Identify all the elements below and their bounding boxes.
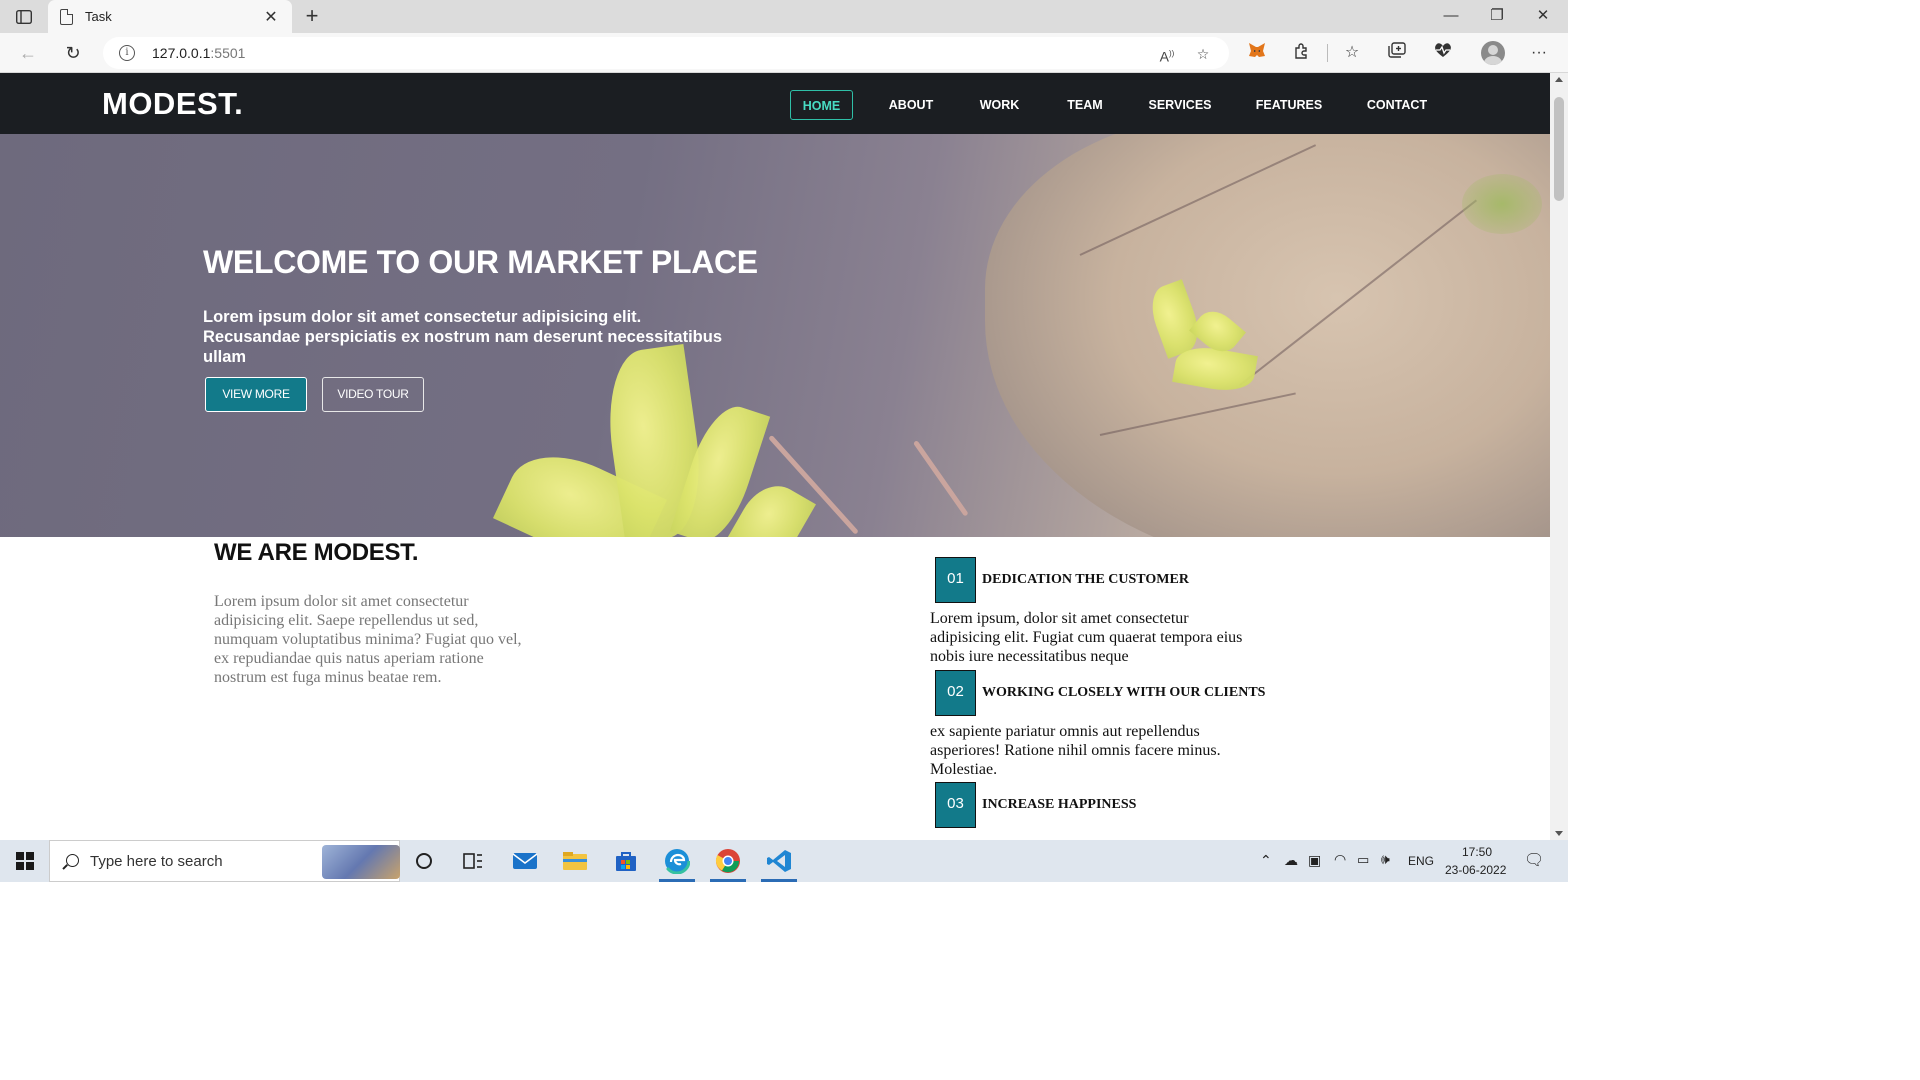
feature-number-badge: 02 xyxy=(935,670,976,716)
vscode-icon[interactable] xyxy=(755,840,803,882)
nav-team[interactable]: TEAM xyxy=(1058,90,1112,120)
nav-about[interactable]: ABOUT xyxy=(880,90,942,120)
close-tab-icon[interactable]: ✕ xyxy=(262,7,280,27)
extensions-icon[interactable] xyxy=(1290,42,1314,64)
collections-icon[interactable] xyxy=(1385,42,1409,64)
nav-work[interactable]: WORK xyxy=(972,90,1027,120)
feature-title: INCREASE HAPPINESS xyxy=(982,797,1137,812)
video-tour-button[interactable]: VIDEO TOUR xyxy=(322,377,424,412)
browser-essentials-icon[interactable] xyxy=(1431,42,1455,64)
moss-patch xyxy=(1462,174,1542,234)
feature-text: Lorem ipsum, dolor sit amet consectetur … xyxy=(930,610,1243,665)
search-placeholder: Type here to search xyxy=(90,853,223,870)
site-info-icon[interactable]: i xyxy=(119,45,135,61)
add-favorite-icon[interactable]: ☆ xyxy=(1193,44,1213,64)
about-title: WE ARE MODEST. xyxy=(214,539,419,566)
twig xyxy=(912,440,969,517)
browser-tab[interactable]: Task ✕ xyxy=(48,0,292,33)
restore-button[interactable]: ❐ xyxy=(1474,4,1520,28)
windows-taskbar: Type here to search ⌃ ☁ ▣ ◠ ▭ 🕪 ENG 17:5… xyxy=(0,840,1568,882)
wifi-icon[interactable]: ◠ xyxy=(1334,851,1346,868)
feature-text: ex sapiente pariatur omnis aut repellend… xyxy=(930,723,1221,778)
tab-title: Task xyxy=(85,9,112,24)
read-aloud-icon[interactable]: A)) xyxy=(1157,44,1177,65)
windows-start-icon[interactable] xyxy=(16,852,34,870)
meet-now-icon[interactable]: ▣ xyxy=(1308,852,1321,869)
scroll-thumb[interactable] xyxy=(1554,97,1564,201)
nav-features[interactable]: FEATURES xyxy=(1248,90,1330,120)
search-icon xyxy=(66,854,79,867)
store-icon[interactable] xyxy=(602,840,650,882)
taskbar-search-box[interactable]: Type here to search xyxy=(49,840,400,882)
reload-button[interactable]: ↻ xyxy=(61,41,85,65)
onedrive-icon[interactable]: ☁ xyxy=(1284,852,1298,869)
file-explorer-icon[interactable] xyxy=(551,840,599,882)
nav-home[interactable]: HOME xyxy=(790,90,853,120)
about-text: Lorem ipsum dolor sit amet consectetur a… xyxy=(214,593,522,686)
volume-icon[interactable]: 🕪 xyxy=(1381,851,1390,868)
new-tab-button[interactable]: + xyxy=(302,4,322,28)
hero-subtitle: Lorem ipsum dolor sit amet consectetur a… xyxy=(203,308,723,366)
site-navbar: MODEST. HOME ABOUT WORK TEAM SERVICES FE… xyxy=(0,73,1550,134)
feature-number-badge: 01 xyxy=(935,557,976,603)
page-scrollbar[interactable] xyxy=(1550,73,1568,840)
view-more-button[interactable]: VIEW MORE xyxy=(205,377,307,412)
document-icon xyxy=(60,8,73,25)
browser-tabstrip: Task ✕ + — ❐ ✕ xyxy=(0,0,1568,33)
feature-title: WORKING CLOSELY WITH OUR CLIENTS xyxy=(982,685,1266,700)
close-window-button[interactable]: ✕ xyxy=(1520,4,1566,28)
back-button[interactable]: ← xyxy=(16,41,40,65)
task-view-icon[interactable] xyxy=(449,840,497,882)
favorites-icon[interactable]: ☆ xyxy=(1340,42,1364,64)
mail-icon[interactable] xyxy=(501,840,549,882)
metamask-extension-icon[interactable] xyxy=(1245,42,1269,64)
nav-contact[interactable]: CONTACT xyxy=(1360,90,1434,120)
profile-avatar[interactable] xyxy=(1481,41,1505,65)
scroll-down-icon[interactable] xyxy=(1555,831,1563,836)
url-text: 127.0.0.1:5501 xyxy=(152,45,246,61)
scroll-up-icon[interactable] xyxy=(1555,77,1563,82)
feature-number-badge: 03 xyxy=(935,782,976,828)
address-toolbar: ← ↻ i 127.0.0.1:5501 A)) ☆ xyxy=(0,33,1568,73)
site-logo[interactable]: MODEST. xyxy=(102,86,243,122)
clock-time[interactable]: 17:50 xyxy=(1462,845,1492,859)
tab-actions-icon[interactable] xyxy=(12,6,36,28)
address-bar[interactable]: i 127.0.0.1:5501 A)) ☆ xyxy=(103,37,1229,69)
show-hidden-icons[interactable]: ⌃ xyxy=(1260,852,1272,869)
search-highlight-image xyxy=(322,845,400,879)
feature-title: DEDICATION THE CUSTOMER xyxy=(982,572,1189,587)
hero-banner: WELCOME TO OUR MARKET PLACE Lorem ipsum … xyxy=(0,134,1550,537)
toolbar-separator xyxy=(1327,44,1328,62)
page-viewport: MODEST. HOME ABOUT WORK TEAM SERVICES FE… xyxy=(0,73,1550,840)
minimize-button[interactable]: — xyxy=(1428,4,1474,28)
chrome-icon[interactable] xyxy=(704,840,752,882)
notifications-icon[interactable]: 🗨 xyxy=(1524,850,1544,870)
language-indicator[interactable]: ENG xyxy=(1408,854,1434,868)
settings-more-icon[interactable]: ··· xyxy=(1527,42,1551,64)
hero-title: WELCOME TO OUR MARKET PLACE xyxy=(203,244,758,280)
battery-icon[interactable]: ▭ xyxy=(1357,852,1369,868)
clock-date[interactable]: 23-06-2022 xyxy=(1445,863,1506,877)
edge-icon[interactable] xyxy=(653,840,701,882)
nav-services[interactable]: SERVICES xyxy=(1140,90,1220,120)
cortana-icon[interactable] xyxy=(400,840,448,882)
